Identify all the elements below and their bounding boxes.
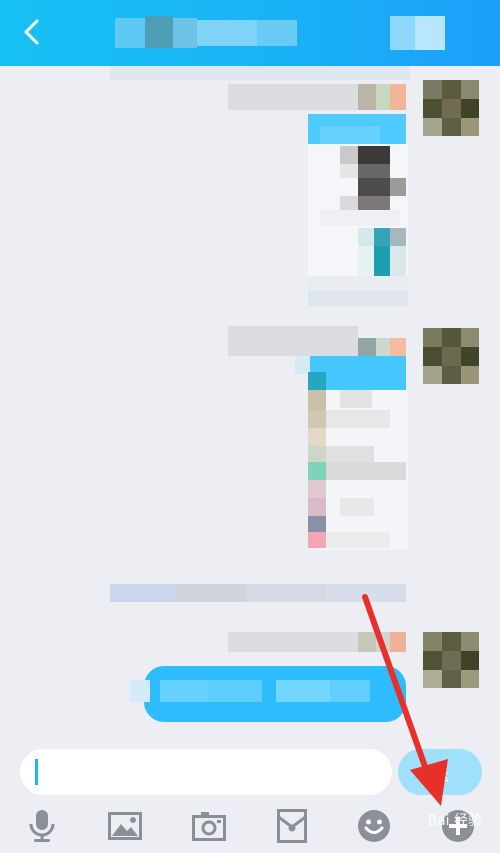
toolbar-image[interactable] bbox=[105, 806, 145, 846]
watermark: Bai 经验 bbox=[427, 813, 482, 829]
toolbar-emoji[interactable] bbox=[354, 806, 394, 846]
image-icon bbox=[108, 812, 142, 840]
sender-name bbox=[228, 326, 358, 356]
toolbar-red-packet[interactable] bbox=[272, 806, 312, 846]
message-input[interactable] bbox=[20, 749, 392, 795]
avatar[interactable] bbox=[423, 632, 479, 688]
microphone-icon bbox=[29, 810, 55, 842]
back-button[interactable] bbox=[14, 14, 50, 50]
avatar[interactable] bbox=[423, 328, 479, 384]
red-packet-icon bbox=[277, 809, 307, 843]
text-caret bbox=[35, 759, 38, 785]
sender-name bbox=[228, 632, 358, 652]
avatar[interactable] bbox=[423, 80, 479, 136]
sender-name bbox=[228, 84, 358, 110]
camera-icon bbox=[192, 812, 226, 841]
emoji-icon bbox=[358, 810, 390, 842]
chat-header bbox=[0, 0, 500, 66]
input-bar: 送 bbox=[0, 746, 500, 853]
toolbar-camera[interactable] bbox=[189, 806, 229, 846]
toolbar-voice[interactable] bbox=[22, 806, 62, 846]
send-button[interactable]: 送 bbox=[398, 749, 482, 795]
chevron-left-icon bbox=[24, 19, 39, 45]
chat-message-list[interactable] bbox=[0, 66, 500, 746]
